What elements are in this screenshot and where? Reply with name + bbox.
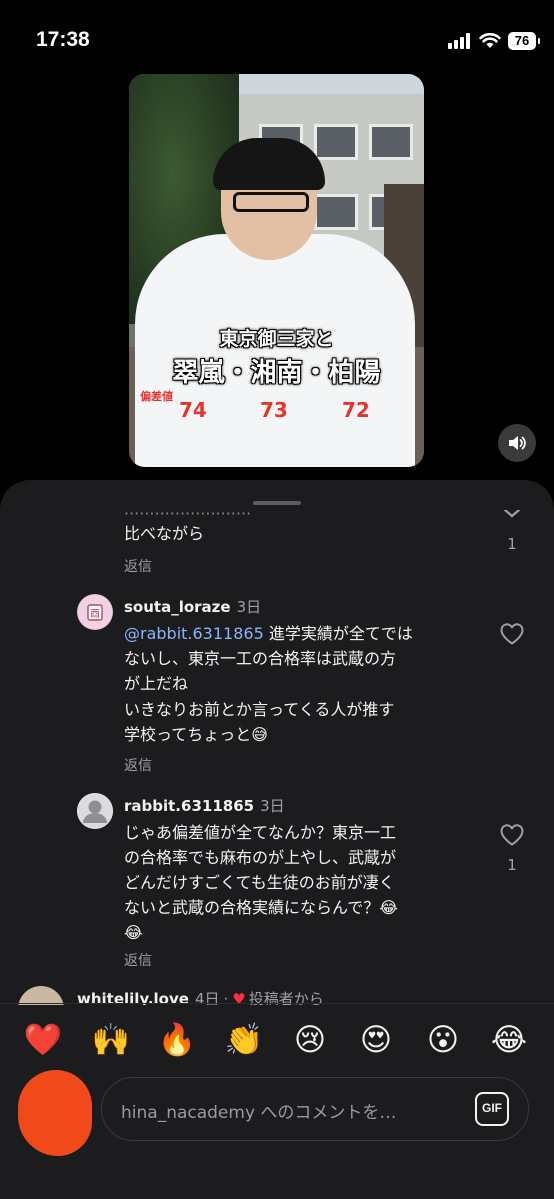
comment-time: 3日 [236,598,262,616]
status-bar: 17:38 76 [0,0,554,70]
divider [0,1003,554,1004]
video-caption-line1: 東京御三家と [219,328,334,350]
comment-text: ないし、東京一工の合格率は武蔵の方 [124,649,397,668]
my-avatar[interactable] [18,1070,92,1156]
sheet-drag-handle[interactable] [253,501,301,505]
video-score: 72 [342,398,370,422]
comment-text: じゃあ偏差値が全てなんか？東京一工 [124,823,397,842]
emoji-tears-of-joy[interactable]: 😂 [487,1018,531,1062]
emoji-bar: ❤️ 🙌 🔥 👏 😢 😍 😮 😂 [0,1018,554,1062]
status-time: 17:38 [36,28,90,51]
emoji-clapping-hands[interactable]: 👏 [222,1018,266,1062]
comments-sheet: ························· 比べながら 返信 1 酉 s… [0,480,554,1199]
comment-time: 3日 [260,797,285,815]
comment-input-placeholder: hina_nacademy へのコメントを… [121,1103,397,1123]
video-score: 73 [260,398,288,422]
avatar[interactable] [77,793,113,829]
wifi-icon [479,33,501,48]
mute-button[interactable] [498,424,536,462]
battery-indicator: 76 [508,32,540,50]
comment-text: ないと武蔵の合格実績にならんで？😂 [124,898,398,917]
comment-text: が上だね [124,674,189,693]
status-icons: 76 [448,30,540,52]
comment-text: 学校ってちょっと😅 [124,725,268,744]
speaker-icon [509,436,526,450]
like-count: 1 [507,856,517,874]
reply-button[interactable]: 返信 [124,950,152,970]
emoji-raising-hands[interactable]: 🙌 [89,1018,133,1062]
video-score: 74 [179,398,207,422]
cellular-signal-icon [448,33,470,49]
emoji-heart-eyes[interactable]: 😍 [354,1018,398,1062]
mention-link[interactable]: @rabbit.6311865 [124,624,264,643]
video-deviation-label: 偏差値 [140,390,173,403]
avatar-image-icon: 酉 [78,595,112,629]
comment-text: 😂 [124,923,143,942]
reply-button[interactable]: 返信 [124,556,152,576]
heart-icon[interactable] [499,510,525,526]
comment-text: どんだけすごくても生徒のお前が凄く [124,873,395,892]
svg-text:酉: 酉 [90,609,100,620]
heart-icon[interactable] [499,823,525,847]
gif-button[interactable]: GIF [475,1092,509,1126]
like-count: 1 [507,535,517,553]
comment-list[interactable]: ························· 比べながら 返信 1 酉 s… [0,510,554,1005]
heart-icon[interactable] [499,622,525,646]
username[interactable]: souta_loraze [124,598,231,616]
default-avatar-icon [77,793,113,829]
comment-input[interactable]: hina_nacademy へのコメントを… GIF [101,1077,529,1141]
emoji-fire[interactable]: 🔥 [155,1018,199,1062]
video-person-glasses [233,192,309,212]
comment-text: の合格率でも麻布のが上やし、武蔵が [124,848,397,867]
username[interactable]: rabbit.6311865 [124,797,254,815]
reply-button[interactable]: 返信 [124,755,152,775]
comment-username: rabbit.6311865 3日 [124,795,285,816]
comment-text: いきなりお前とか言ってくる人が推す [124,700,395,719]
emoji-surprised-face[interactable]: 😮 [421,1018,465,1062]
avatar[interactable]: 酉 [77,594,113,630]
comment-username: souta_loraze 3日 [124,596,261,617]
comment-text: 比べながら [124,524,205,543]
emoji-red-heart[interactable]: ❤️ [21,1018,65,1062]
emoji-crying-face[interactable]: 😢 [288,1018,332,1062]
comment-text: @rabbit.6311865 進学実績が全てでは [124,624,413,643]
reel-video[interactable]: 東京御三家と 翠嵐・湘南・柏陽 偏差値 74 73 72 [129,74,424,467]
video-caption-line2: 翠嵐・湘南・柏陽 [172,358,381,388]
